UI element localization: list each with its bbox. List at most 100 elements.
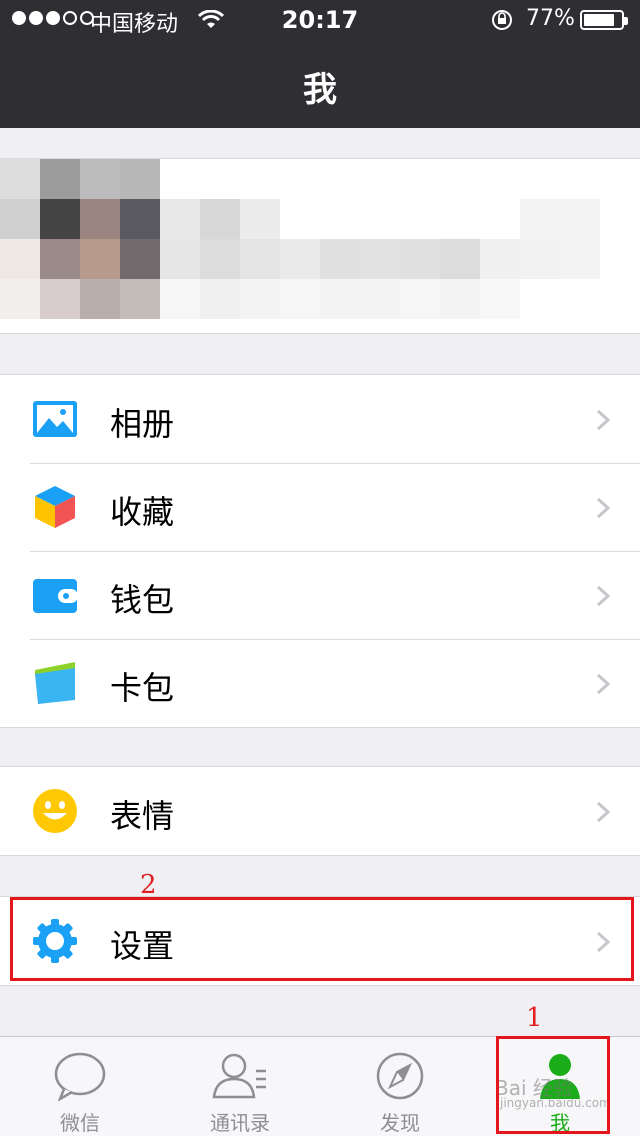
menu-item-label: 卡包 (110, 669, 175, 707)
top-bar: 中国移动 20:17 77% 我 (0, 0, 640, 128)
mosaic-tile (200, 199, 240, 239)
mosaic-tile (40, 239, 80, 279)
mosaic-tile (560, 239, 600, 279)
mosaic-tile (320, 279, 360, 319)
mosaic-tile (0, 199, 40, 239)
tab-contacts[interactable]: 通讯录 (160, 1037, 320, 1136)
mosaic-tile (480, 159, 520, 199)
mosaic-tile (520, 199, 560, 239)
mosaic-tile (400, 159, 440, 199)
mosaic-tile (560, 159, 600, 199)
mosaic-tile (40, 199, 80, 239)
mosaic-tile (480, 199, 520, 239)
mosaic-tile (480, 239, 520, 279)
mosaic-tile (320, 159, 360, 199)
mosaic-tile (360, 159, 400, 199)
annotation-step-1: 1 (526, 1003, 543, 1033)
mosaic-tile (280, 239, 320, 279)
mosaic-tile (160, 159, 200, 199)
favorites-icon (35, 486, 75, 528)
mosaic-tile (400, 279, 440, 319)
mosaic-tile (600, 279, 640, 319)
chevron-right-icon (596, 409, 610, 431)
battery-icon (580, 10, 628, 30)
menu-item-label: 表情 (110, 797, 175, 835)
tab-label: 通讯录 (210, 1111, 270, 1135)
chevron-right-icon (596, 497, 610, 519)
mosaic-tile (280, 279, 320, 319)
mosaic-tile (240, 159, 280, 199)
mosaic-tile (200, 159, 240, 199)
chevron-right-icon (596, 585, 610, 607)
mosaic-tile (320, 239, 360, 279)
mosaic-tile (240, 279, 280, 319)
mosaic-tile (560, 279, 600, 319)
menu-item-label: 收藏 (110, 493, 175, 531)
mosaic-tile (560, 199, 600, 239)
mosaic-tile (0, 159, 40, 199)
profile-card[interactable] (0, 158, 640, 334)
mosaic-tile (600, 199, 640, 239)
mosaic-tile (360, 239, 400, 279)
mosaic-tile (520, 239, 560, 279)
mosaic-tile (240, 239, 280, 279)
mosaic-tile (0, 279, 40, 319)
tab-discover[interactable]: 发现 (320, 1037, 480, 1136)
page-title: 我 (303, 70, 337, 110)
mosaic-tile (280, 199, 320, 239)
menu-item-card-pack[interactable]: 卡包 (0, 639, 640, 727)
mosaic-tile (600, 239, 640, 279)
mosaic-tile (240, 199, 280, 239)
tab-chats[interactable]: 微信 (0, 1037, 160, 1136)
mosaic-tile (120, 159, 160, 199)
menu-item-favorites[interactable]: 收藏 (0, 463, 640, 551)
mosaic-tile (320, 199, 360, 239)
mosaic-tile (120, 279, 160, 319)
mosaic-tile (80, 159, 120, 199)
mosaic-tile (520, 279, 560, 319)
sticker-smiley-icon (33, 789, 77, 833)
mosaic-tile (120, 199, 160, 239)
battery-percent: 77% (526, 6, 575, 31)
menu-item-label: 相册 (110, 405, 175, 443)
menu-item-stickers[interactable]: 表情 (0, 767, 640, 855)
mosaic-tile (520, 159, 560, 199)
mosaic-tile (160, 279, 200, 319)
mosaic-tile (200, 239, 240, 279)
chevron-right-icon (596, 801, 610, 823)
mosaic-tile (40, 279, 80, 319)
rotation-lock-icon (492, 10, 512, 30)
tab-label: 发现 (380, 1111, 420, 1135)
wallet-icon (33, 579, 78, 613)
mosaic-tile (360, 199, 400, 239)
chevron-right-icon (596, 673, 610, 695)
mosaic-tile (440, 279, 480, 319)
menu-item-album[interactable]: 相册 (0, 375, 640, 463)
card-pack-icon (35, 662, 75, 704)
mosaic-tile (440, 199, 480, 239)
contacts-icon (212, 1053, 266, 1099)
mosaic-tile (80, 199, 120, 239)
mosaic-tile (600, 159, 640, 199)
menu-item-wallet[interactable]: 钱包 (0, 551, 640, 639)
album-icon (33, 401, 77, 437)
mosaic-tile (160, 199, 200, 239)
mosaic-tile (80, 239, 120, 279)
annotation-highlight-me-tab (496, 1036, 610, 1134)
status-bar: 中国移动 20:17 77% (0, 0, 640, 40)
menu-item-label: 钱包 (110, 581, 175, 619)
mosaic-tile (200, 279, 240, 319)
compass-icon (376, 1052, 424, 1100)
mosaic-tile (40, 159, 80, 199)
mosaic-tile (280, 159, 320, 199)
tab-label: 微信 (60, 1111, 100, 1135)
mosaic-tile (80, 279, 120, 319)
menu-group-1: 相册 收藏 钱包 卡包 (0, 374, 640, 728)
mosaic-tile (400, 199, 440, 239)
mosaic-tile (480, 279, 520, 319)
mosaic-tile (440, 159, 480, 199)
mosaic-tile (0, 239, 40, 279)
annotation-highlight-settings (10, 897, 634, 981)
mosaic-tile (400, 239, 440, 279)
mosaic-tile (120, 239, 160, 279)
